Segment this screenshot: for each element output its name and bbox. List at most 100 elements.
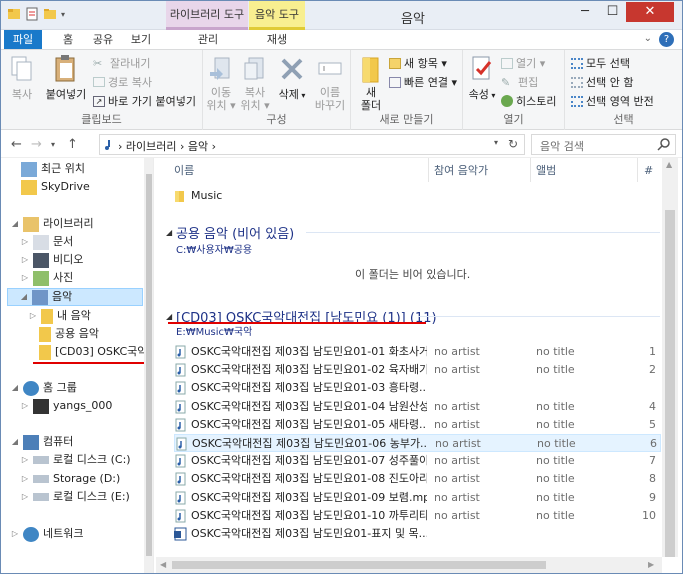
collapse-arrow-icon[interactable]: ◢: [11, 215, 19, 233]
nav-drive-d[interactable]: ▷ Storage (D:): [21, 470, 120, 488]
breadcrumb-music[interactable]: 음악: [188, 140, 208, 153]
nav-drive-e[interactable]: ▷ 로컬 디스크 (E:): [21, 488, 130, 506]
column-header-artist[interactable]: 참여 음악가: [434, 158, 488, 182]
nav-network[interactable]: ▷ 네트워크: [11, 525, 83, 543]
delete-button[interactable]: 삭제 ▾: [277, 54, 307, 102]
scroll-right-icon[interactable]: ▶: [648, 560, 654, 569]
new-folder-button[interactable]: 새 폴더: [355, 54, 387, 112]
nav-scrollbar-thumb[interactable]: [146, 174, 152, 556]
expand-arrow-icon[interactable]: ▷: [11, 525, 19, 543]
search-icon[interactable]: [657, 137, 671, 151]
expand-arrow-icon[interactable]: ▷: [21, 233, 29, 251]
paste-button[interactable]: 붙여넣기: [41, 54, 91, 102]
nav-pictures[interactable]: ▷ 사진: [21, 269, 73, 287]
copy-button[interactable]: 복사: [7, 54, 37, 102]
table-row[interactable]: OSKC국악대전집 제03집 남도민요01-표지 및 목...: [174, 525, 661, 543]
nav-homegroup[interactable]: ◢ 홈 그룹: [11, 379, 77, 397]
expand-arrow-icon[interactable]: ▷: [21, 470, 29, 488]
forward-button[interactable]: →: [31, 137, 42, 152]
table-row[interactable]: OSKC국악대전집 제03집 남도민요01-01 화초사거... no artis…: [174, 343, 661, 361]
column-divider[interactable]: [428, 158, 429, 182]
nav-documents[interactable]: ▷ 문서: [21, 233, 73, 251]
list-item-music-folder[interactable]: Music: [174, 187, 661, 205]
column-header-track[interactable]: #: [644, 158, 653, 182]
tab-play[interactable]: 재생: [261, 30, 293, 49]
nav-public-music[interactable]: 공용 음악: [39, 325, 99, 343]
table-row[interactable]: OSKC국악대전집 제03집 남도민요01-04 남원산성... no artis…: [174, 398, 661, 416]
history-button[interactable]: 히스토리: [501, 93, 556, 109]
group-title-public-music[interactable]: 공용 음악 (비어 있음): [176, 223, 294, 242]
collapse-arrow-icon[interactable]: ◢: [11, 433, 19, 451]
nav-libraries[interactable]: ◢ 라이브러리: [11, 215, 94, 233]
properties-button[interactable]: 속성 ▾: [467, 54, 497, 102]
table-row[interactable]: OSKC국악대전집 제03집 남도민요01-03 흥타령...: [174, 379, 661, 397]
copy-to-button[interactable]: 복사 위치 ▾: [239, 54, 271, 112]
recent-locations-icon[interactable]: ▾: [51, 140, 55, 149]
collapse-arrow-icon[interactable]: ◢: [20, 288, 28, 306]
new-item-button[interactable]: 새 항목 ▾: [389, 55, 447, 71]
table-row[interactable]: OSKC국악대전집 제03집 남도민요01-02 육자배기... no artis…: [174, 361, 661, 379]
open-button[interactable]: 열기 ▾: [501, 55, 545, 71]
column-header-album[interactable]: 앨범: [536, 158, 556, 182]
column-header-name[interactable]: 이름: [174, 158, 194, 182]
breadcrumb-libraries[interactable]: 라이브러리: [126, 140, 177, 153]
table-row[interactable]: OSKC국악대전집 제03집 남도민요01-08 진도아리... no artis…: [174, 470, 661, 488]
nav-drive-c[interactable]: ▷ 로컬 디스크 (C:): [21, 451, 131, 469]
collapse-ribbon-icon[interactable]: ⌄: [644, 33, 652, 44]
group-path-public-music[interactable]: C:₩사용자₩공용: [176, 241, 252, 256]
table-row[interactable]: OSKC국악대전집 제03집 남도민요01-10 까투리타... no artis…: [174, 507, 661, 525]
tab-file[interactable]: 파일: [4, 30, 42, 49]
back-button[interactable]: ←: [11, 137, 22, 152]
table-row[interactable]: OSKC국악대전집 제03집 남도민요01-06 농부가... no artist…: [174, 434, 661, 452]
group-collapse-icon[interactable]: ◢: [166, 228, 172, 237]
tab-home[interactable]: 홈: [53, 30, 83, 49]
table-row[interactable]: OSKC국악대전집 제03집 남도민요01-09 보렴.mp3 no artist…: [174, 489, 661, 507]
table-row[interactable]: OSKC국악대전집 제03집 남도민요01-07 성주풀이... no artis…: [174, 452, 661, 470]
horizontal-scrollbar[interactable]: ◀ ▶: [156, 557, 662, 573]
scroll-left-icon[interactable]: ◀: [160, 560, 166, 569]
nav-user[interactable]: ▷ yangs_000: [21, 397, 112, 415]
qat-dropdown-icon[interactable]: ▾: [61, 10, 65, 19]
cut-button[interactable]: ✂ 잘라내기: [93, 55, 150, 71]
nav-videos[interactable]: ▷ 비디오: [21, 251, 83, 269]
expand-arrow-icon[interactable]: ▷: [21, 397, 29, 415]
address-dropdown-icon[interactable]: ▾: [494, 138, 498, 147]
nav-my-music[interactable]: ▷ 내 음악: [29, 307, 91, 325]
expand-arrow-icon[interactable]: ▷: [29, 307, 37, 325]
expand-arrow-icon[interactable]: ▷: [21, 488, 29, 506]
group-collapse-icon[interactable]: ◢: [166, 312, 172, 321]
move-to-button[interactable]: 이동 위치 ▾: [205, 54, 237, 112]
expand-arrow-icon[interactable]: ▷: [21, 451, 29, 469]
table-row[interactable]: OSKC국악대전집 제03집 남도민요01-05 새타령... no artist…: [174, 416, 661, 434]
nav-recent-places[interactable]: 최근 위치: [21, 160, 85, 178]
nav-skydrive[interactable]: SkyDrive: [21, 178, 90, 196]
rename-button[interactable]: 이름 바꾸기: [311, 54, 349, 112]
search-box[interactable]: 음악 검색: [531, 134, 676, 155]
close-button[interactable]: ✕: [626, 2, 674, 22]
minimize-button[interactable]: ─: [571, 2, 599, 22]
easy-access-button[interactable]: 빠른 연결 ▾: [389, 74, 457, 90]
nav-music[interactable]: ◢ 음악: [7, 288, 143, 306]
tab-view[interactable]: 보기: [125, 30, 157, 49]
nav-scrollbar[interactable]: [144, 158, 153, 573]
expand-arrow-icon[interactable]: ▷: [21, 251, 29, 269]
tab-share[interactable]: 공유: [87, 30, 119, 49]
column-divider[interactable]: [530, 158, 531, 182]
nav-cd03-folder[interactable]: [CD03] OSKC국악대: [39, 343, 153, 361]
paste-shortcut-button[interactable]: ↗ 바로 가기 붙여넣기: [93, 93, 196, 109]
vertical-scrollbar-thumb[interactable]: [665, 210, 675, 557]
nav-computer[interactable]: ◢ 컴퓨터: [11, 433, 73, 451]
edit-button[interactable]: ✎ 편집: [501, 74, 538, 90]
copy-path-button[interactable]: 경로 복사: [93, 74, 152, 90]
new-folder-icon[interactable]: [43, 7, 57, 21]
collapse-arrow-icon[interactable]: ◢: [11, 379, 19, 397]
expand-arrow-icon[interactable]: ▷: [21, 269, 29, 287]
properties-icon[interactable]: [25, 7, 39, 21]
scroll-up-icon[interactable]: ▲: [666, 160, 672, 169]
address-bar[interactable]: › 라이브러리 › 음악 › ▾ ↻: [99, 134, 525, 155]
vertical-scrollbar[interactable]: ▲: [662, 158, 678, 557]
tab-manage[interactable]: 관리: [191, 30, 225, 49]
maximize-button[interactable]: ☐: [599, 2, 626, 22]
invert-selection-button[interactable]: 선택 영역 반전: [571, 93, 654, 109]
up-button[interactable]: ↑: [67, 137, 78, 152]
